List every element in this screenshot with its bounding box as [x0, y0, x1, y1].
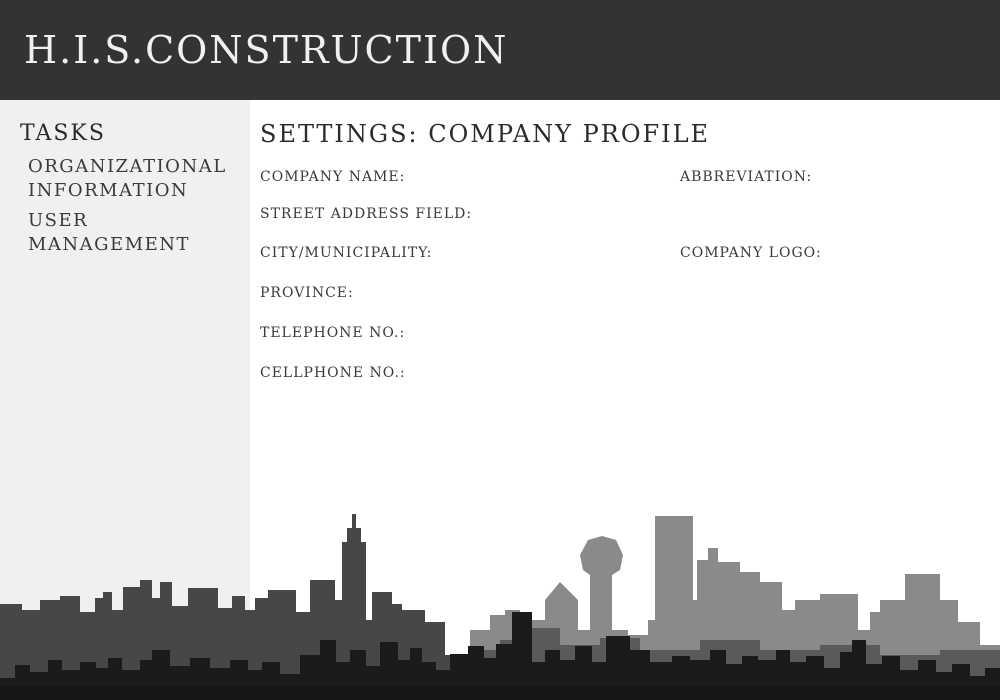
sidebar-item-organizational-information[interactable]: ORGANIZATIONAL INFORMATION [28, 155, 243, 203]
sidebar-item-user-management[interactable]: USER MANAGEMENT [28, 209, 243, 257]
app-header: H.I.S.CONSTRUCTION [0, 0, 1000, 100]
sidebar-title: TASKS [20, 121, 106, 146]
city-municipality-label: CITY/MUNICIPALITY: [260, 245, 433, 261]
page-title: SETTINGS: COMPANY PROFILE [260, 120, 711, 148]
skyline-ground [0, 686, 1000, 700]
province-label: PROVINCE: [260, 285, 354, 301]
company-name-label: COMPANY NAME: [260, 169, 406, 185]
abbreviation-label: ABBREVIATION: [680, 169, 813, 185]
company-brand: H.I.S.CONSTRUCTION [24, 28, 509, 72]
city-skyline-illustration [0, 514, 1000, 700]
street-address-label: STREET ADDRESS FIELD: [260, 206, 473, 222]
company-logo-label: COMPANY LOGO: [680, 245, 822, 261]
cellphone-label: CELLPHONE NO.: [260, 365, 406, 381]
telephone-label: TELEPHONE NO.: [260, 325, 406, 341]
